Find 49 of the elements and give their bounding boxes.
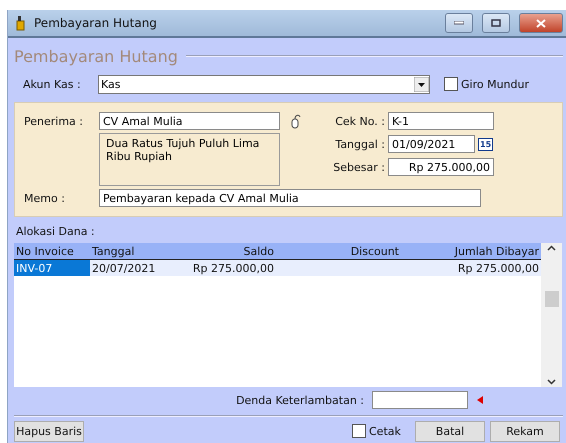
dropdown-arrow-icon	[414, 76, 429, 92]
cancel-button[interactable]: Batal	[415, 420, 485, 442]
field-label: Denda Keterlambatan :	[235, 394, 365, 406]
late-fee-field[interactable]	[372, 391, 468, 409]
delete-row-button[interactable]: Hapus Baris	[14, 420, 84, 442]
date-field[interactable]: 01/09/2021	[388, 135, 475, 153]
checkbox-label: Giro Mundur	[461, 78, 530, 90]
triangle-icon	[477, 396, 483, 404]
save-button[interactable]: Rekam	[490, 420, 560, 442]
scrollbar[interactable]	[541, 243, 562, 387]
dropdown-value: Kas	[101, 78, 122, 90]
field-label: Sebesar :	[332, 160, 386, 174]
column-header[interactable]: Saldo	[166, 243, 276, 259]
scroll-down-icon[interactable]	[547, 379, 556, 385]
mouse-icon	[289, 113, 303, 129]
field-label: Memo :	[23, 192, 66, 204]
column-header[interactable]: Discount	[276, 243, 401, 259]
scroll-thumb[interactable]	[544, 291, 558, 307]
amount-in-words: Dua Ratus Tujuh Puluh Lima Ribu Rupiah	[99, 133, 280, 186]
maximize-icon	[491, 19, 501, 27]
field-label: Tanggal :	[334, 138, 386, 150]
minimize-button[interactable]	[445, 13, 473, 33]
window-title: Pembayaran Hutang	[34, 16, 158, 30]
column-header[interactable]: Tanggal	[90, 243, 166, 259]
checkbox[interactable]	[444, 77, 458, 91]
close-button[interactable]	[519, 13, 563, 33]
calendar-button[interactable]: 15	[478, 138, 494, 150]
amount-field[interactable]: Rp 275.000,00	[388, 158, 494, 176]
field-label: Akun Kas :	[22, 78, 82, 90]
close-icon	[536, 18, 546, 28]
table-cell[interactable]: Rp 275.000,00	[166, 260, 276, 276]
maximize-button[interactable]	[482, 13, 510, 33]
field-label: Penerima :	[23, 114, 84, 128]
section-label: Alokasi Dana :	[15, 224, 96, 238]
check-number-field[interactable]: K-1	[388, 112, 494, 130]
table-cell[interactable]: Rp 275.000,00	[401, 260, 541, 276]
checkbox[interactable]	[352, 424, 366, 438]
memo-field[interactable]: Pembayaran kepada CV Amal Mulia	[99, 189, 481, 207]
field-label: Cek No. :	[334, 114, 386, 128]
scroll-up-icon[interactable]	[547, 245, 556, 251]
account-dropdown[interactable]: Kas	[98, 74, 430, 94]
recipient-field[interactable]: CV Amal Mulia	[99, 112, 280, 130]
column-header[interactable]: No Invoice	[14, 243, 90, 259]
minimize-icon	[454, 21, 464, 25]
table-cell[interactable]: 20/07/2021	[90, 260, 166, 276]
column-header[interactable]: Jumlah Dibayar	[401, 243, 541, 259]
checkbox-label: Cetak	[369, 424, 402, 438]
table-cell[interactable]: INV-07	[14, 260, 90, 276]
section-heading: Pembayaran Hutang	[14, 46, 178, 66]
